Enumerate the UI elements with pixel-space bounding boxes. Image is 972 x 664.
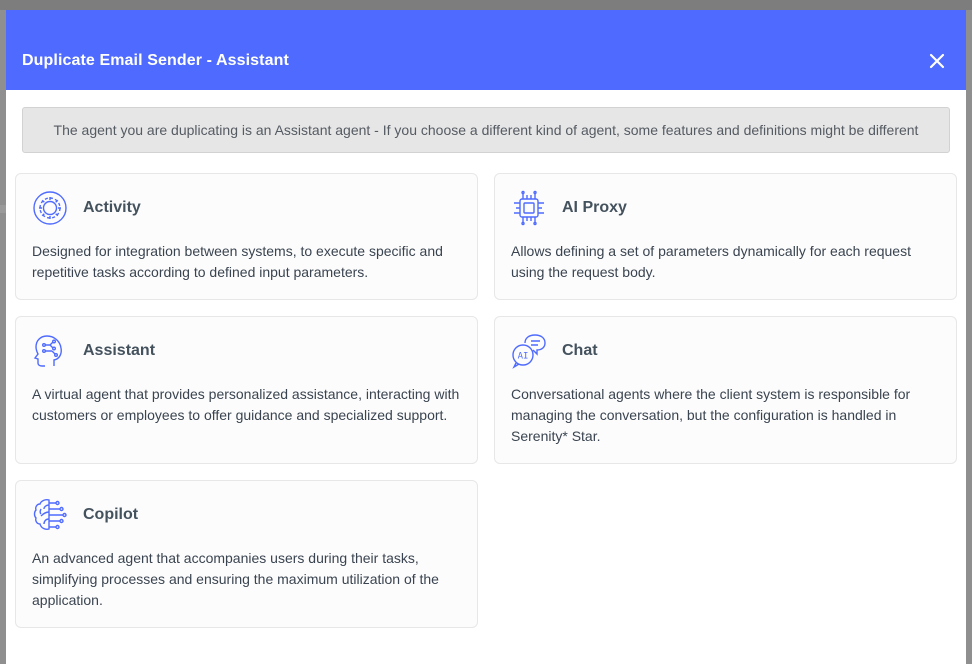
brain-circuit-icon: [32, 497, 68, 533]
gear-cycle-icon: [32, 190, 68, 226]
agent-card-activity[interactable]: Activity Designed for integration betwee…: [15, 173, 478, 300]
agent-card-title: Copilot: [83, 506, 139, 523]
agent-card-description: Designed for integration between systems…: [32, 243, 443, 280]
agent-card-assistant[interactable]: Assistant A virtual agent that provides …: [15, 316, 478, 464]
agent-card-copilot[interactable]: Copilot An advanced agent that accompani…: [15, 480, 478, 628]
agent-card-title: Chat: [562, 342, 598, 359]
close-button[interactable]: [926, 50, 948, 72]
cpu-chip-icon: [511, 190, 547, 226]
ai-chat-bubble-icon: AI: [511, 333, 547, 369]
agent-card-description: A virtual agent that provides personaliz…: [32, 386, 460, 423]
duplicate-notice: The agent you are duplicating is an Assi…: [22, 107, 950, 153]
dialog-header: Duplicate Email Sender - Assistant: [6, 10, 966, 90]
brain-head-icon: [32, 333, 68, 369]
agent-card-description: An advanced agent that accompanies users…: [32, 550, 439, 608]
agent-card-title: Assistant: [83, 342, 156, 359]
backdrop: [0, 0, 972, 10]
close-icon: [929, 53, 945, 69]
agent-card-description: Allows defining a set of parameters dyna…: [511, 243, 911, 280]
agent-card-chat[interactable]: AI Chat Conversational agents where the …: [494, 316, 957, 464]
agent-card-description: Conversational agents where the client s…: [511, 386, 911, 444]
agent-card-title: Activity: [83, 199, 141, 216]
agent-card-title: AI Proxy: [562, 199, 627, 216]
svg-text:AI: AI: [518, 352, 529, 362]
duplicate-agent-dialog: Duplicate Email Sender - Assistant The a…: [6, 10, 966, 664]
agent-card-ai-proxy[interactable]: AI Proxy Allows defining a set of parame…: [494, 173, 957, 300]
dialog-title: Duplicate Email Sender - Assistant: [22, 52, 289, 69]
